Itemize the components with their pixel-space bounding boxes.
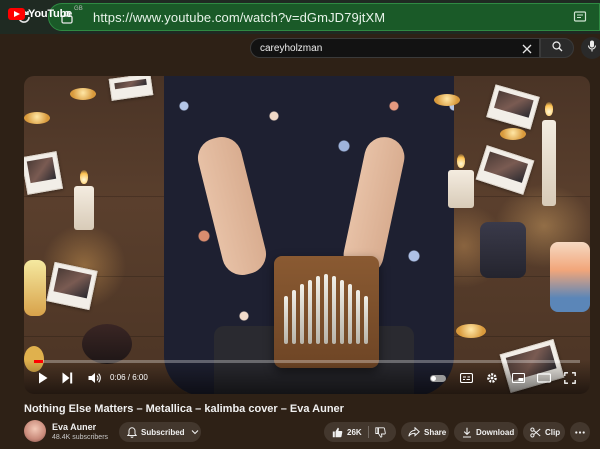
play-icon (39, 372, 48, 384)
pillar-candle (542, 120, 556, 206)
progress-fill (34, 360, 44, 363)
tealight-candle (456, 324, 486, 338)
kalimba-tine (308, 280, 312, 344)
volume-icon (88, 373, 101, 383)
more-actions-button[interactable] (570, 422, 590, 442)
country-code: GB (74, 6, 83, 12)
kalimba-tine (284, 296, 288, 344)
progress-bar[interactable] (34, 360, 580, 363)
tealight-candle (70, 88, 96, 100)
avatar[interactable] (24, 420, 46, 442)
closed-captions-icon (459, 373, 473, 383)
like-button[interactable] (332, 427, 343, 438)
search-input[interactable]: careyholzman (250, 38, 540, 58)
volume-button[interactable] (86, 371, 102, 385)
close-icon[interactable] (521, 42, 533, 60)
url-text: https://www.youtube.com/watch?v=dGmJD79j… (93, 9, 386, 25)
polaroid-photo (46, 261, 98, 311)
subscribed-button[interactable]: Subscribed (119, 422, 201, 442)
tealight-candle (24, 112, 50, 124)
next-button[interactable] (60, 371, 74, 385)
tealight-candle (500, 128, 526, 140)
polaroid-photo (486, 84, 540, 130)
thumbs-up-icon (332, 427, 343, 437)
search-query: careyholzman (260, 42, 323, 54)
fullscreen-icon (564, 372, 576, 384)
kalimba-tine (348, 284, 352, 344)
clip-button[interactable]: Clip (523, 422, 565, 442)
bell-icon (127, 426, 137, 438)
kalimba-tine (332, 276, 336, 344)
gear-icon (487, 373, 497, 383)
like-dislike-group: 26K (324, 422, 396, 442)
polaroid-photo (24, 151, 64, 195)
kalimba-tine (340, 280, 344, 344)
subscribed-label: Subscribed (141, 427, 185, 437)
theater-mode-button[interactable] (536, 371, 552, 385)
download-button[interactable]: Download (454, 422, 518, 442)
microphone-icon (587, 39, 597, 57)
download-icon (462, 427, 472, 438)
polaroid-photo (108, 76, 154, 101)
candle-jar (550, 242, 590, 312)
miniplayer-icon (511, 373, 525, 383)
kalimba-tine (356, 290, 360, 344)
candle-flame (545, 102, 553, 116)
share-button[interactable]: Share (401, 422, 449, 442)
voice-search-button[interactable] (581, 37, 600, 59)
miniplayer-button[interactable] (510, 371, 526, 385)
candle-flame (457, 154, 465, 168)
autoplay-toggle[interactable] (430, 375, 446, 382)
share-icon (408, 427, 420, 437)
kalimba-tine (364, 296, 368, 344)
settings-button[interactable] (484, 371, 500, 385)
search-icon (551, 39, 563, 57)
candle-flame (80, 170, 88, 184)
candle-jar (82, 324, 132, 364)
kalimba-tine (292, 290, 296, 344)
video-title: Nothing Else Matters – Metallica – kalim… (24, 403, 344, 415)
logo-text: YouTube (28, 8, 73, 20)
subtitles-button[interactable] (458, 371, 474, 385)
divider (367, 426, 369, 438)
player-controls: 0:06 / 6:00 (24, 360, 590, 394)
kalimba-tine (300, 284, 304, 344)
share-label: Share (424, 427, 447, 437)
youtube-play-icon (8, 8, 25, 20)
tealight-candle (434, 94, 460, 106)
fullscreen-button[interactable] (562, 371, 578, 385)
candle-jar (480, 222, 526, 278)
play-button[interactable] (36, 371, 50, 385)
pillar-candle (448, 170, 474, 208)
more-horizontal-icon (575, 430, 585, 434)
video-player[interactable]: 0:06 / 6:00 (24, 76, 590, 394)
download-label: Download (476, 427, 515, 437)
time-display: 0:06 / 6:00 (110, 373, 148, 382)
search-button[interactable] (540, 38, 574, 58)
youtube-logo[interactable]: YouTube GB (8, 6, 83, 20)
clip-label: Clip (545, 427, 561, 437)
like-count: 26K (347, 427, 362, 437)
thumbs-down-icon (375, 426, 386, 438)
pillar-candle (74, 186, 94, 230)
channel-name[interactable]: Eva Auner (52, 422, 96, 432)
dislike-button[interactable] (375, 426, 386, 438)
polaroid-photo (475, 145, 535, 195)
scissors-icon (530, 426, 541, 438)
skip-next-icon (62, 372, 72, 384)
candle-jar (24, 260, 46, 316)
subscriber-count: 48.4K subscribers (52, 434, 109, 441)
kalimba-tine (324, 274, 328, 344)
reader-view-icon[interactable] (573, 10, 587, 29)
theater-mode-icon (537, 373, 551, 383)
kalimba (274, 256, 379, 368)
chevron-down-icon (191, 429, 199, 435)
kalimba-tine (316, 276, 320, 344)
address-bar[interactable]: https://www.youtube.com/watch?v=dGmJD79j… (48, 3, 600, 31)
